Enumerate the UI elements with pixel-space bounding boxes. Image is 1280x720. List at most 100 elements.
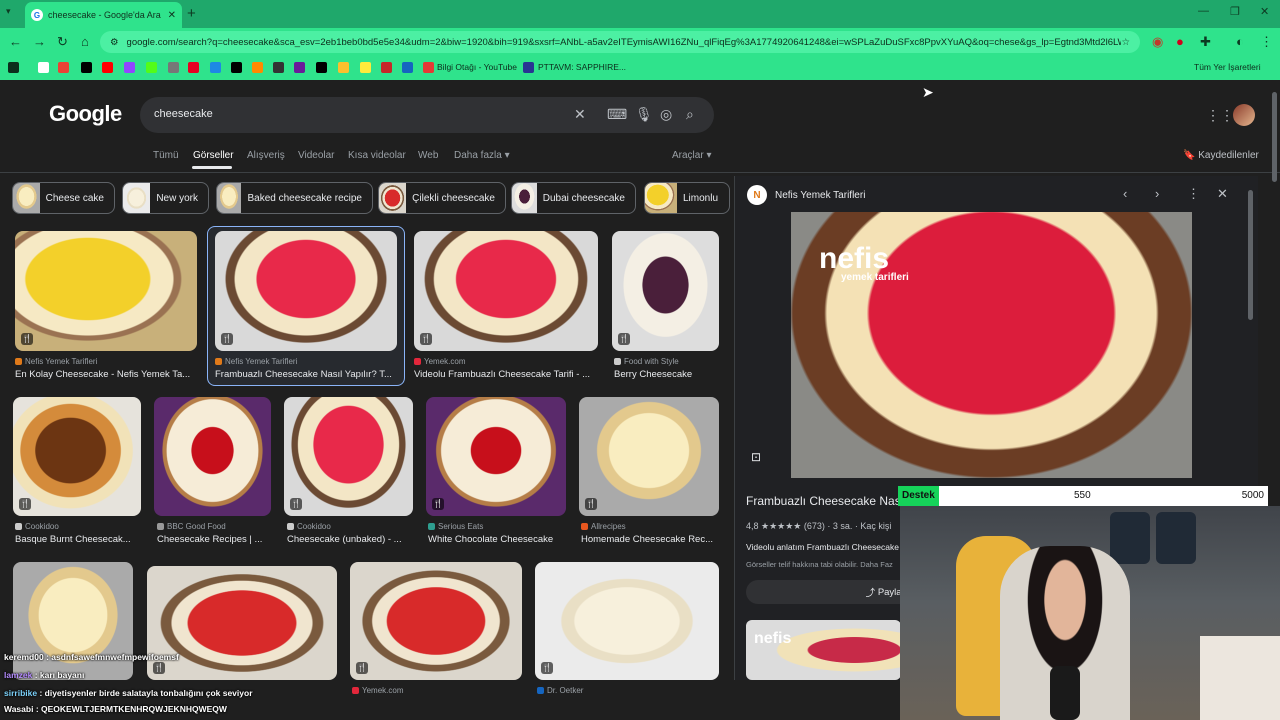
panel-scrollbar[interactable] [1248, 190, 1253, 320]
bookmark-kick-icon[interactable] [146, 62, 157, 73]
avatar[interactable] [1233, 104, 1255, 126]
result-caption[interactable]: Basque Burnt Cheesecak... [15, 534, 143, 545]
search-icon[interactable]: ⌕ [686, 106, 694, 123]
result-image[interactable]: 🍴 [426, 397, 566, 516]
more-options-icon[interactable]: ⋮ [1187, 186, 1200, 202]
result-caption[interactable]: Videolu Frambuazlı Cheesecake Tarifi - .… [414, 369, 598, 380]
bookmark-pttavm-icon[interactable] [523, 62, 534, 73]
bookmark-icon[interactable] [402, 62, 413, 73]
lens-icon[interactable]: ◎ [660, 106, 672, 123]
saved-button[interactable]: 🔖 Kaydedilenler [1183, 150, 1259, 161]
bookmark-google-icon[interactable] [38, 62, 49, 73]
bookmark-icon[interactable] [316, 62, 327, 73]
bookmark-x-icon[interactable] [81, 62, 92, 73]
tab-search-icon[interactable]: ▾ [6, 6, 11, 17]
result-caption[interactable]: Homemade Cheesecake Rec... [581, 534, 721, 545]
chip-baked-cheesecake-recipe[interactable]: Baked cheesecake recipe [216, 182, 373, 214]
maximize-icon[interactable]: ❐ [1230, 5, 1240, 18]
bookmark-twitch-icon[interactable] [124, 62, 135, 73]
result-caption[interactable]: Cheesecake (unbaked) - ... [287, 534, 415, 545]
panel-header[interactable]: N Nefis Yemek Tarifleri [747, 185, 865, 205]
result-image[interactable]: 🍴 [579, 397, 719, 516]
result-source[interactable]: Food with Style [614, 357, 719, 366]
address-bar[interactable]: ⚙ google.com/search?q=cheesecake&sca_esv… [100, 31, 1140, 53]
page-scrollbar[interactable] [1272, 92, 1277, 182]
result-source[interactable]: Cookidoo [287, 522, 415, 531]
close-icon[interactable]: ✕ [1217, 186, 1228, 202]
result-source[interactable]: Dr. Oetker [537, 686, 717, 695]
chip-dubai-cheesecake[interactable]: Dubai cheesecake [511, 182, 636, 214]
result-image[interactable]: 🍴 [612, 231, 719, 351]
result-caption[interactable]: En Kolay Cheesecake - Nefis Yemek Ta... [15, 369, 197, 380]
result-source[interactable]: Serious Eats [428, 522, 568, 531]
bookmark-icon[interactable] [168, 62, 179, 73]
result-source[interactable]: Yemek.com [414, 357, 598, 366]
home-icon[interactable]: ⌂ [81, 34, 89, 49]
extensions-icon[interactable]: ✚ [1200, 34, 1211, 50]
tab-all[interactable]: Tümü [153, 150, 179, 161]
result-image[interactable]: 🍴 [15, 231, 197, 351]
result-source[interactable]: Nefis Yemek Tarifleri [15, 357, 197, 366]
new-tab-button[interactable]: + [187, 5, 196, 22]
menu-icon[interactable]: ⋮ [1260, 34, 1273, 50]
tab-short-videos[interactable]: Kısa videolar [348, 150, 406, 161]
bookmark-icon[interactable] [360, 62, 371, 73]
google-apps-icon[interactable]: ⋮⋮ [1206, 107, 1234, 124]
search-input[interactable]: cheesecake [154, 108, 213, 120]
result-image[interactable]: 🍴 [13, 397, 141, 516]
chip-new-york[interactable]: New york [122, 182, 209, 214]
profile-icon[interactable]: ◐ [1236, 34, 1244, 49]
result-image[interactable]: 🍴 [284, 397, 413, 516]
related-image[interactable]: nefis [746, 620, 901, 680]
result-source[interactable]: Nefis Yemek Tarifleri [215, 357, 397, 366]
site-info-icon[interactable]: ⚙ [110, 37, 119, 48]
result-source[interactable]: Yemek.com [352, 686, 522, 695]
bookmark-pinterest-icon[interactable] [188, 62, 199, 73]
preview-image[interactable]: nefis yemek tarifleri [791, 212, 1192, 478]
chip-limonlu[interactable]: Limonlu [644, 182, 730, 214]
tab-shopping[interactable]: Alışveriş [247, 150, 285, 161]
result-image[interactable]: 🍴 [350, 562, 522, 680]
tab-videos[interactable]: Videolar [298, 150, 335, 161]
result-image[interactable] [13, 562, 133, 680]
tab-images[interactable]: Görseller [193, 150, 234, 161]
keyboard-icon[interactable]: ⌨ [607, 106, 627, 123]
result-image[interactable]: 🍴 [215, 231, 397, 351]
result-source[interactable]: Cookidoo [15, 522, 143, 531]
bookmark-icon[interactable] [252, 62, 263, 73]
bookmark-icon[interactable] [381, 62, 392, 73]
back-icon[interactable]: ← [9, 34, 22, 49]
result-caption[interactable]: Berry Cheesecake [614, 369, 719, 380]
clear-icon[interactable]: ✕ [574, 106, 586, 123]
result-caption[interactable]: Frambuazlı Cheesecake Nasıl Yapılır? T..… [215, 369, 397, 380]
result-image[interactable]: 🍴 [414, 231, 598, 351]
result-image[interactable]: 🍴 [147, 566, 337, 680]
tab-web[interactable]: Web [418, 150, 438, 161]
result-image[interactable]: 🍴 [535, 562, 719, 680]
active-tab[interactable]: G cheesecake - Google'da Ara ✕ [25, 2, 182, 28]
result-caption[interactable]: Cheesecake Recipes | ... [157, 534, 275, 545]
result-image[interactable] [154, 397, 271, 516]
chip-cilekli-cheesecake[interactable]: Çilekli cheesecake [378, 182, 506, 214]
bookmark-bilgi-otagi[interactable]: Bilgi Otağı - YouTube [437, 62, 517, 72]
bookmark-icon[interactable] [294, 62, 305, 73]
extension-shield-icon[interactable]: ◉ [1152, 34, 1163, 50]
result-source[interactable]: BBC Good Food [157, 522, 275, 531]
tab-more[interactable]: Daha fazla ▾ [454, 150, 510, 161]
forward-icon[interactable]: → [33, 34, 46, 49]
preview-title[interactable]: Frambuazlı Cheesecake Nas [746, 494, 901, 508]
bookmark-pttavm[interactable]: PTTAVM: SAPPHIRE... [538, 62, 626, 72]
bookmark-gmail-icon[interactable] [58, 62, 69, 73]
bookmark-icon[interactable] [210, 62, 221, 73]
reload-icon[interactable]: ↻ [57, 34, 68, 50]
minimize-icon[interactable]: — [1198, 5, 1209, 17]
chip-cheese-cake[interactable]: Cheese cake [12, 182, 115, 214]
extension-red-icon[interactable]: ● [1176, 34, 1184, 49]
all-bookmarks[interactable]: Tüm Yer İşaretleri [1194, 62, 1261, 72]
window-close-icon[interactable]: ✕ [1260, 5, 1269, 18]
apps-icon[interactable] [8, 62, 19, 73]
tools-button[interactable]: Araçlar ▾ [672, 150, 712, 161]
bookmark-youtube-icon[interactable] [423, 62, 434, 73]
search-box[interactable]: cheesecake ✕ ⌨ 🎙 ◎ ⌕ [140, 97, 714, 133]
next-icon[interactable]: › [1155, 186, 1159, 201]
